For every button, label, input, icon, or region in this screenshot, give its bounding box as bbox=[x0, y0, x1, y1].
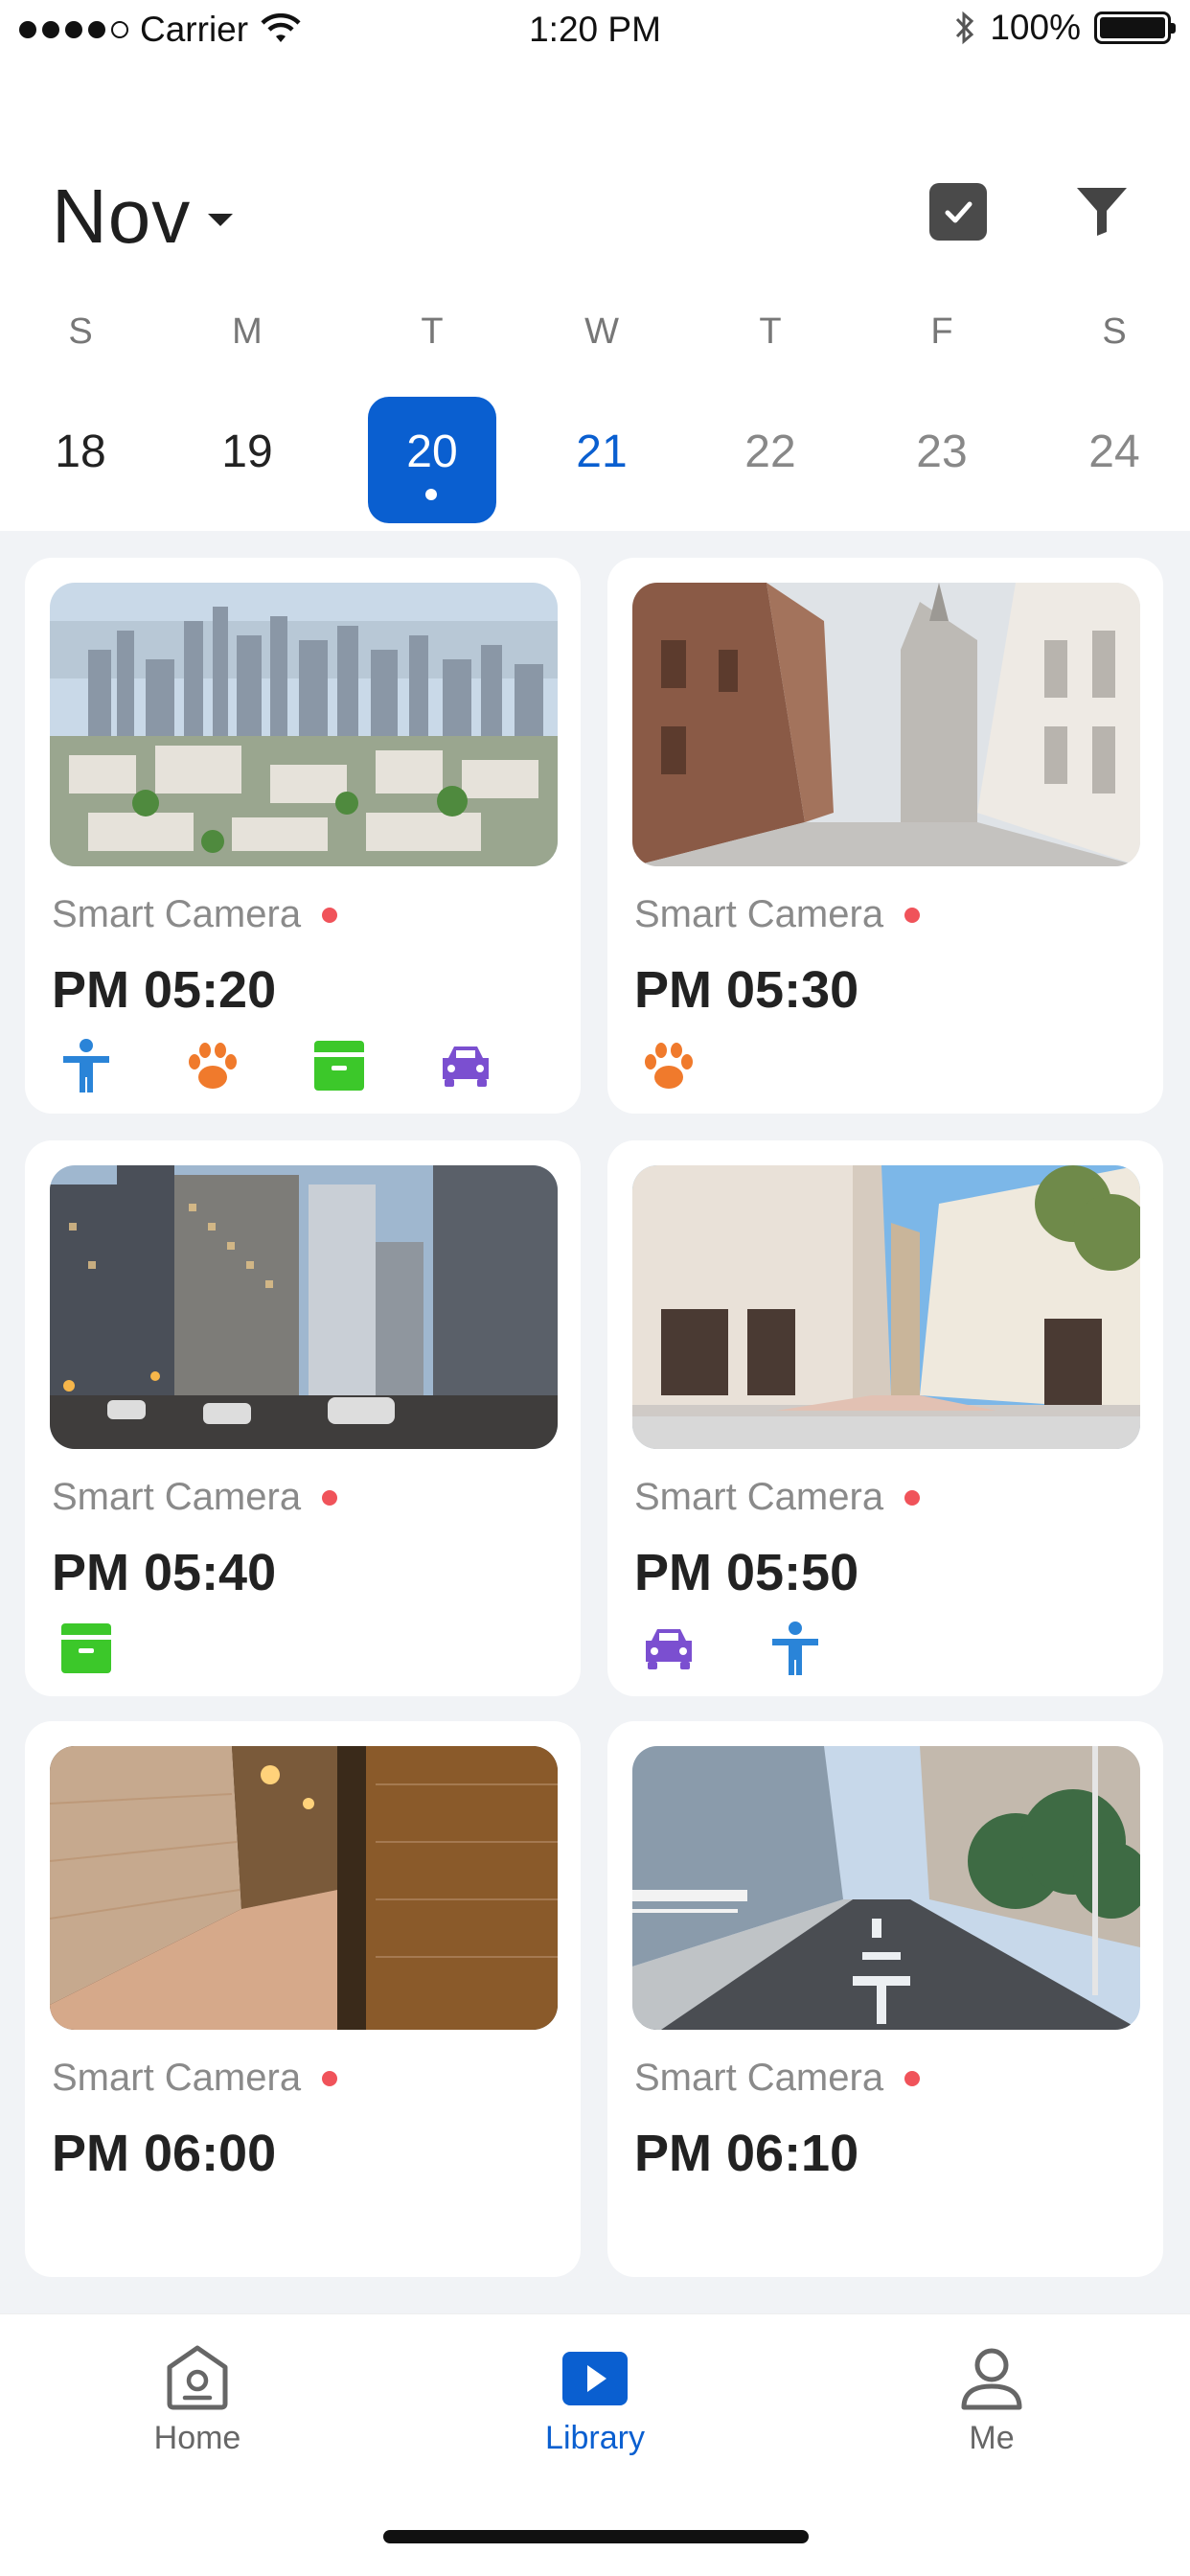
detection-tags bbox=[640, 1620, 824, 1677]
package-icon bbox=[310, 1037, 368, 1094]
pet-paw-icon bbox=[184, 1037, 241, 1094]
person-icon bbox=[767, 1620, 824, 1677]
month-picker[interactable]: Nov bbox=[52, 172, 234, 261]
day-letter: S bbox=[1102, 311, 1127, 352]
unread-dot bbox=[904, 1489, 921, 1506]
camera-row: Smart Camera bbox=[634, 1476, 921, 1519]
event-time: PM 05:30 bbox=[634, 961, 859, 1019]
tab-library-label: Library bbox=[545, 2420, 645, 2456]
event-card[interactable]: Smart Camera PM 06:00 bbox=[25, 1721, 581, 2277]
unread-dot bbox=[322, 907, 338, 923]
day-number: 19 bbox=[221, 426, 273, 477]
checkbox-icon bbox=[945, 201, 973, 223]
event-thumbnail[interactable] bbox=[50, 583, 558, 866]
battery-percent: 100% bbox=[990, 8, 1081, 47]
unread-dot bbox=[322, 1489, 338, 1506]
day-23[interactable]: F 23 bbox=[878, 305, 1006, 523]
day-21[interactable]: W 21 bbox=[538, 305, 666, 523]
unread-dot bbox=[904, 2070, 921, 2086]
camera-name: Smart Camera bbox=[52, 893, 302, 935]
event-card[interactable]: Smart Camera PM 05:50 bbox=[607, 1140, 1163, 1696]
day-number: 22 bbox=[744, 426, 796, 477]
day-18[interactable]: S 18 bbox=[16, 305, 145, 523]
detection-tags bbox=[57, 1620, 115, 1677]
day-number: 24 bbox=[1088, 426, 1140, 477]
event-feed: Smart Camera PM 05:20 Smart Camera PM 05:3… bbox=[0, 531, 1190, 2313]
day-letter: T bbox=[759, 311, 782, 352]
day-number: 21 bbox=[576, 426, 628, 477]
day-number: 23 bbox=[916, 426, 968, 477]
event-card[interactable]: Smart Camera PM 05:30 bbox=[607, 558, 1163, 1114]
bluetooth-icon bbox=[956, 11, 974, 45]
caret-down-icon bbox=[208, 213, 234, 226]
home-camera-icon bbox=[167, 2345, 228, 2410]
day-letter: F bbox=[930, 311, 953, 352]
camera-row: Smart Camera bbox=[634, 893, 921, 936]
event-thumbnail[interactable] bbox=[632, 583, 1140, 866]
event-thumbnail[interactable] bbox=[50, 1165, 558, 1449]
profile-icon bbox=[961, 2348, 1022, 2410]
day-24[interactable]: S 24 bbox=[1050, 305, 1179, 523]
camera-name: Smart Camera bbox=[52, 1476, 302, 1518]
camera-name: Smart Camera bbox=[634, 2057, 884, 2099]
pet-paw-icon bbox=[640, 1037, 698, 1094]
selected-day-number: 20 bbox=[368, 397, 496, 523]
day-20[interactable]: T 20 bbox=[368, 305, 496, 523]
event-time: PM 06:10 bbox=[634, 2125, 859, 2182]
home-indicator bbox=[383, 2530, 809, 2543]
camera-row: Smart Camera bbox=[52, 2057, 338, 2100]
tab-home[interactable]: Home bbox=[102, 2343, 293, 2457]
tab-home-label: Home bbox=[153, 2420, 241, 2456]
day-19[interactable]: M 19 bbox=[183, 305, 311, 523]
day-number: 18 bbox=[55, 426, 106, 477]
camera-row: Smart Camera bbox=[52, 893, 338, 936]
day-letter: S bbox=[68, 311, 93, 352]
car-icon bbox=[437, 1037, 494, 1094]
unread-dot bbox=[904, 907, 921, 923]
event-card[interactable]: Smart Camera PM 06:10 bbox=[607, 1721, 1163, 2277]
person-icon bbox=[57, 1037, 115, 1094]
status-bar: Carrier 1:20 PM 100% bbox=[0, 0, 1190, 61]
battery-icon bbox=[1094, 12, 1176, 44]
event-card[interactable]: Smart Camera PM 05:40 bbox=[25, 1140, 581, 1696]
event-thumbnail[interactable] bbox=[632, 1746, 1140, 2030]
event-card[interactable]: Smart Camera PM 05:20 bbox=[25, 558, 581, 1114]
camera-name: Smart Camera bbox=[634, 893, 884, 935]
package-icon bbox=[57, 1620, 115, 1677]
tab-library[interactable]: Library bbox=[499, 2343, 691, 2457]
event-time: PM 05:20 bbox=[52, 961, 277, 1019]
day-letter: W bbox=[584, 311, 619, 352]
detection-tags bbox=[57, 1037, 494, 1094]
unread-dot bbox=[322, 2070, 338, 2086]
camera-name: Smart Camera bbox=[52, 2057, 302, 2099]
day-letter: T bbox=[421, 311, 444, 352]
select-mode-button[interactable] bbox=[929, 183, 987, 241]
filter-button[interactable] bbox=[1071, 180, 1133, 242]
event-time: PM 05:40 bbox=[52, 1544, 277, 1601]
event-time: PM 05:50 bbox=[634, 1544, 859, 1601]
tab-me-label: Me bbox=[969, 2420, 1015, 2456]
detection-tags bbox=[640, 1037, 698, 1094]
tab-me[interactable]: Me bbox=[896, 2343, 1087, 2457]
camera-row: Smart Camera bbox=[634, 2057, 921, 2100]
camera-row: Smart Camera bbox=[52, 1476, 338, 1519]
event-thumbnail[interactable] bbox=[50, 1746, 558, 2030]
day-22[interactable]: T 22 bbox=[706, 305, 835, 523]
month-label: Nov bbox=[52, 173, 192, 259]
filter-icon bbox=[1077, 188, 1127, 236]
event-thumbnail[interactable] bbox=[632, 1165, 1140, 1449]
library-play-icon bbox=[562, 2352, 628, 2405]
camera-name: Smart Camera bbox=[634, 1476, 884, 1518]
car-icon bbox=[640, 1620, 698, 1677]
day-letter: M bbox=[232, 311, 263, 352]
event-time: PM 06:00 bbox=[52, 2125, 277, 2182]
